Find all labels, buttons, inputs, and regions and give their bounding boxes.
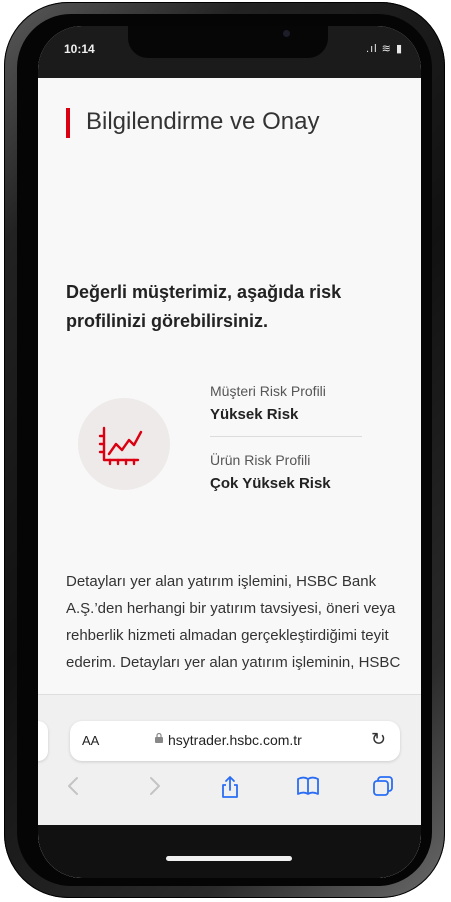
address-bar[interactable]: AA hsytrader.hsbc.com.tr ↻	[70, 721, 400, 761]
book-icon	[297, 776, 319, 795]
phone-screen: 10:14 .ıl ≋ ▮ Bilgilendirme ve Onay Değe…	[38, 26, 421, 878]
status-time: 10:14	[64, 42, 95, 56]
share-icon	[222, 776, 238, 798]
title-accent-bar	[66, 108, 70, 138]
page-title: Bilgilendirme ve Onay	[86, 108, 320, 135]
chart-icon	[98, 426, 143, 466]
back-button[interactable]	[66, 775, 80, 797]
page-header: Bilgilendirme ve Onay	[66, 106, 401, 146]
share-button[interactable]	[220, 775, 240, 799]
wifi-icon: ≋	[381, 43, 392, 55]
customer-risk-value: Yüksek Risk	[210, 406, 299, 423]
customer-risk-label: Müşteri Risk Profili	[210, 383, 326, 399]
risk-profile-info: Müşteri Risk Profili Yüksek Risk Ürün Ri…	[210, 380, 410, 497]
text-size-button[interactable]: AA	[82, 733, 99, 748]
tabs-icon	[373, 776, 393, 796]
risk-divider	[210, 436, 362, 437]
product-risk-label: Ürün Risk Profili	[210, 452, 311, 468]
previous-tab-peek[interactable]	[38, 721, 48, 761]
confirmation-text: Detayları yer alan yatırım işlemini, HSB…	[66, 573, 401, 671]
home-area	[38, 825, 421, 878]
home-indicator[interactable]	[166, 856, 292, 861]
camera-dot	[283, 30, 290, 37]
phone-frame: 10:14 .ıl ≋ ▮ Bilgilendirme ve Onay Değe…	[4, 2, 445, 898]
reload-icon[interactable]: ↻	[371, 729, 386, 750]
lock-icon	[154, 732, 164, 744]
risk-icon-circle	[78, 398, 170, 490]
product-risk-value: Çok Yüksek Risk	[210, 475, 331, 492]
url-text[interactable]: hsytrader.hsbc.com.tr	[168, 732, 302, 748]
signal-icon: .ıl	[366, 43, 378, 55]
notch	[128, 26, 328, 58]
tabs-button[interactable]	[372, 775, 394, 797]
risk-headline: Değerli müşterimiz, aşağıda risk profili…	[66, 282, 342, 331]
safari-toolbar: AA hsytrader.hsbc.com.tr ↻	[38, 694, 421, 878]
status-bar: 10:14 .ıl ≋ ▮	[38, 26, 421, 78]
forward-button[interactable]	[148, 775, 162, 797]
status-icons: .ıl ≋ ▮	[366, 42, 403, 55]
battery-icon: ▮	[395, 43, 403, 55]
bookmarks-button[interactable]	[296, 775, 320, 797]
